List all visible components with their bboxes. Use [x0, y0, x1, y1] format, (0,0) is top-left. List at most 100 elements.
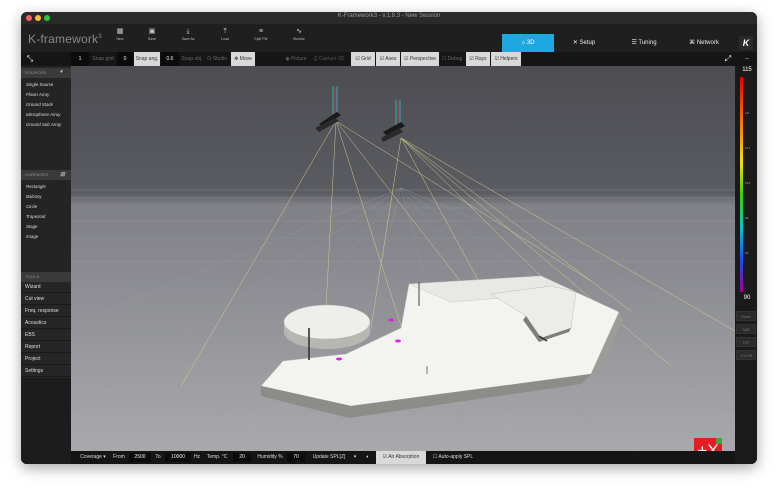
- surface-balcony[interactable]: Balcony: [26, 194, 42, 199]
- rays-checkbox[interactable]: ☑ Rays: [466, 52, 490, 66]
- load-button[interactable]: ⤒ Load: [209, 26, 241, 41]
- hz-label: Hz: [193, 454, 201, 460]
- from-label: From: [113, 454, 125, 460]
- source-flown-array[interactable]: Flown Array: [26, 92, 49, 97]
- scale-max: 115: [742, 67, 752, 73]
- surface-rectangle[interactable]: Rectangle: [26, 184, 46, 189]
- snap-angle-input[interactable]: 0.6: [161, 52, 179, 66]
- grid-icon[interactable]: ⊞: [60, 171, 65, 178]
- from-input[interactable]: 2500: [129, 453, 151, 462]
- split-icon: ≡: [258, 28, 264, 35]
- window-title: K-Framework3 - v.1.8.3 - New Session: [337, 13, 441, 19]
- scale-tick: 103: [745, 181, 751, 185]
- reset-scale-button[interactable]: Reset: [736, 311, 756, 321]
- tab-3d[interactable]: ⌂ 3D: [502, 34, 554, 52]
- temperature-label: Temp. °C: [206, 454, 228, 460]
- temperature-input[interactable]: 20: [233, 453, 251, 462]
- source-ground-stack[interactable]: Ground Stack: [26, 102, 53, 107]
- sources-header: SOURCES 🔈︎: [21, 68, 71, 78]
- source-single[interactable]: Single Source: [26, 82, 53, 87]
- tool-freq-response[interactable]: Freq. response: [21, 306, 71, 317]
- surfaces-header: SURFACES ⊞: [21, 170, 71, 180]
- spl-color-scale: [740, 77, 743, 292]
- 3d-viewport[interactable]: +X: [71, 66, 735, 451]
- tool-acoustics[interactable]: Acoustics: [21, 318, 71, 329]
- tool-settings[interactable]: Settings: [21, 366, 71, 377]
- tools-header: TOOLS: [21, 272, 71, 282]
- snap-object-label: Snap obj.: [181, 56, 203, 62]
- new-button[interactable]: ▦ New: [104, 26, 136, 41]
- move-button[interactable]: ✥ Move: [231, 52, 255, 66]
- axes-checkbox[interactable]: ☑ Axes: [376, 52, 400, 66]
- new-file-icon: ▦: [116, 28, 124, 35]
- capture-3d-button[interactable]: ⎙ Capture 3D: [311, 52, 347, 66]
- app-window: K-Framework3 - v.1.8.3 - New Session K-f…: [21, 12, 757, 464]
- source-ground-sub-array[interactable]: Ground Sub Array: [26, 122, 61, 127]
- rotate-button[interactable]: [257, 52, 281, 66]
- tab-setup[interactable]: ✕ Setup: [554, 34, 614, 52]
- surface-stage[interactable]: Stage: [26, 224, 37, 229]
- scale-tick: 107: [745, 146, 751, 150]
- tool-ebs[interactable]: EBS: [21, 330, 71, 341]
- auto-apply-spl-checkbox[interactable]: ☐ Auto-apply SPL: [428, 451, 478, 464]
- scale-tick: 111: [745, 111, 750, 115]
- studio-button[interactable]: ☊ Studio: [205, 52, 229, 66]
- fullscreen-icon[interactable]: ⤢: [721, 52, 735, 66]
- save-icon: ▣: [148, 28, 156, 35]
- k-brand-icon[interactable]: K: [739, 36, 753, 50]
- to-label: To: [155, 454, 161, 460]
- marker-1: [388, 318, 394, 322]
- source-microphone-array[interactable]: Microphone Array: [26, 112, 61, 117]
- split-fw-button[interactable]: ≡ Split FW: [245, 26, 277, 41]
- marker-2: [395, 339, 401, 343]
- surface-circle[interactable]: Circle: [26, 204, 37, 209]
- picture-button[interactable]: ◉ Picture: [282, 52, 310, 66]
- save-button[interactable]: ▣ Save: [136, 26, 168, 41]
- view-toolbar: ⤡ 1 Snap grid 0 Snap ang. 0.6 Snap obj. …: [21, 52, 757, 66]
- chevron-down-icon[interactable]: ▾: [351, 451, 359, 464]
- grid-checkbox[interactable]: ☑ Grid: [351, 52, 375, 66]
- monitor-button[interactable]: ∿ Monitor: [283, 26, 315, 41]
- snap-grid-value[interactable]: 1: [71, 52, 89, 66]
- marker-3: [336, 357, 342, 361]
- snap-grid-input[interactable]: 0: [117, 52, 133, 66]
- debug-checkbox[interactable]: ☐ Debug: [440, 52, 464, 66]
- humidity-input[interactable]: 70: [287, 453, 305, 462]
- humidity-label: Humidity %: [257, 454, 283, 460]
- helpers-checkbox[interactable]: ☑ Helpers: [491, 52, 521, 66]
- monitor-icon: ∿: [296, 28, 302, 35]
- minimize-panel-icon[interactable]: –: [739, 52, 755, 66]
- coverage-dropdown[interactable]: Coverage ▾: [77, 451, 109, 464]
- collapse-arrows-icon[interactable]: ⤡: [23, 52, 37, 66]
- snap-grid-label: Snap grid: [92, 56, 114, 62]
- tab-tuning[interactable]: ☰ Tuning: [614, 34, 674, 52]
- speaker-icon[interactable]: 🔈︎: [60, 69, 64, 76]
- lacoustics-logo: +X: [694, 438, 722, 451]
- color-button[interactable]: COLOR: [736, 350, 756, 360]
- scale-tick: 99: [745, 216, 749, 220]
- perspective-checkbox[interactable]: ☑ Perspective: [401, 52, 439, 66]
- top-toolbar: K-framework3 ▦ New ▣ Save ⤓ Save As ⤒ Load ≡…: [21, 24, 757, 52]
- scene-canvas[interactable]: [71, 66, 735, 451]
- sound-icon[interactable]: 🔈︎: [363, 451, 373, 464]
- scale-min: 90: [743, 295, 751, 301]
- save-as-button[interactable]: ⤓ Save As: [172, 26, 204, 41]
- air-absorption-checkbox[interactable]: ☑ Air Absorption: [376, 451, 426, 464]
- surface-image[interactable]: Image: [26, 234, 38, 239]
- sab-button[interactable]: SAB: [736, 324, 756, 334]
- scale-tick: 95: [745, 251, 749, 255]
- to-input[interactable]: 10000: [165, 453, 191, 462]
- top-view-button[interactable]: TOP: [736, 337, 756, 347]
- snap-angle-button[interactable]: Snap ang.: [134, 52, 160, 66]
- tool-cut-view[interactable]: Cut view: [21, 294, 71, 305]
- surface-trapezoid[interactable]: Trapezoid: [26, 214, 45, 219]
- sidebar-filler: [21, 378, 71, 464]
- tab-network[interactable]: ⌘ Network: [674, 34, 734, 52]
- left-sidebar: SOURCES 🔈︎ Single Source Flown Array Grou…: [21, 66, 71, 464]
- tool-project[interactable]: Project: [21, 354, 71, 365]
- load-icon: ⤒: [223, 28, 227, 35]
- coverage-bar: Coverage ▾ From 2500 To 10000 Hz Temp. °…: [71, 451, 735, 464]
- tool-wizard[interactable]: Wizard: [21, 282, 71, 293]
- update-spl-button[interactable]: Update SPL[Z]: [309, 451, 349, 464]
- tool-report[interactable]: Report: [21, 342, 71, 353]
